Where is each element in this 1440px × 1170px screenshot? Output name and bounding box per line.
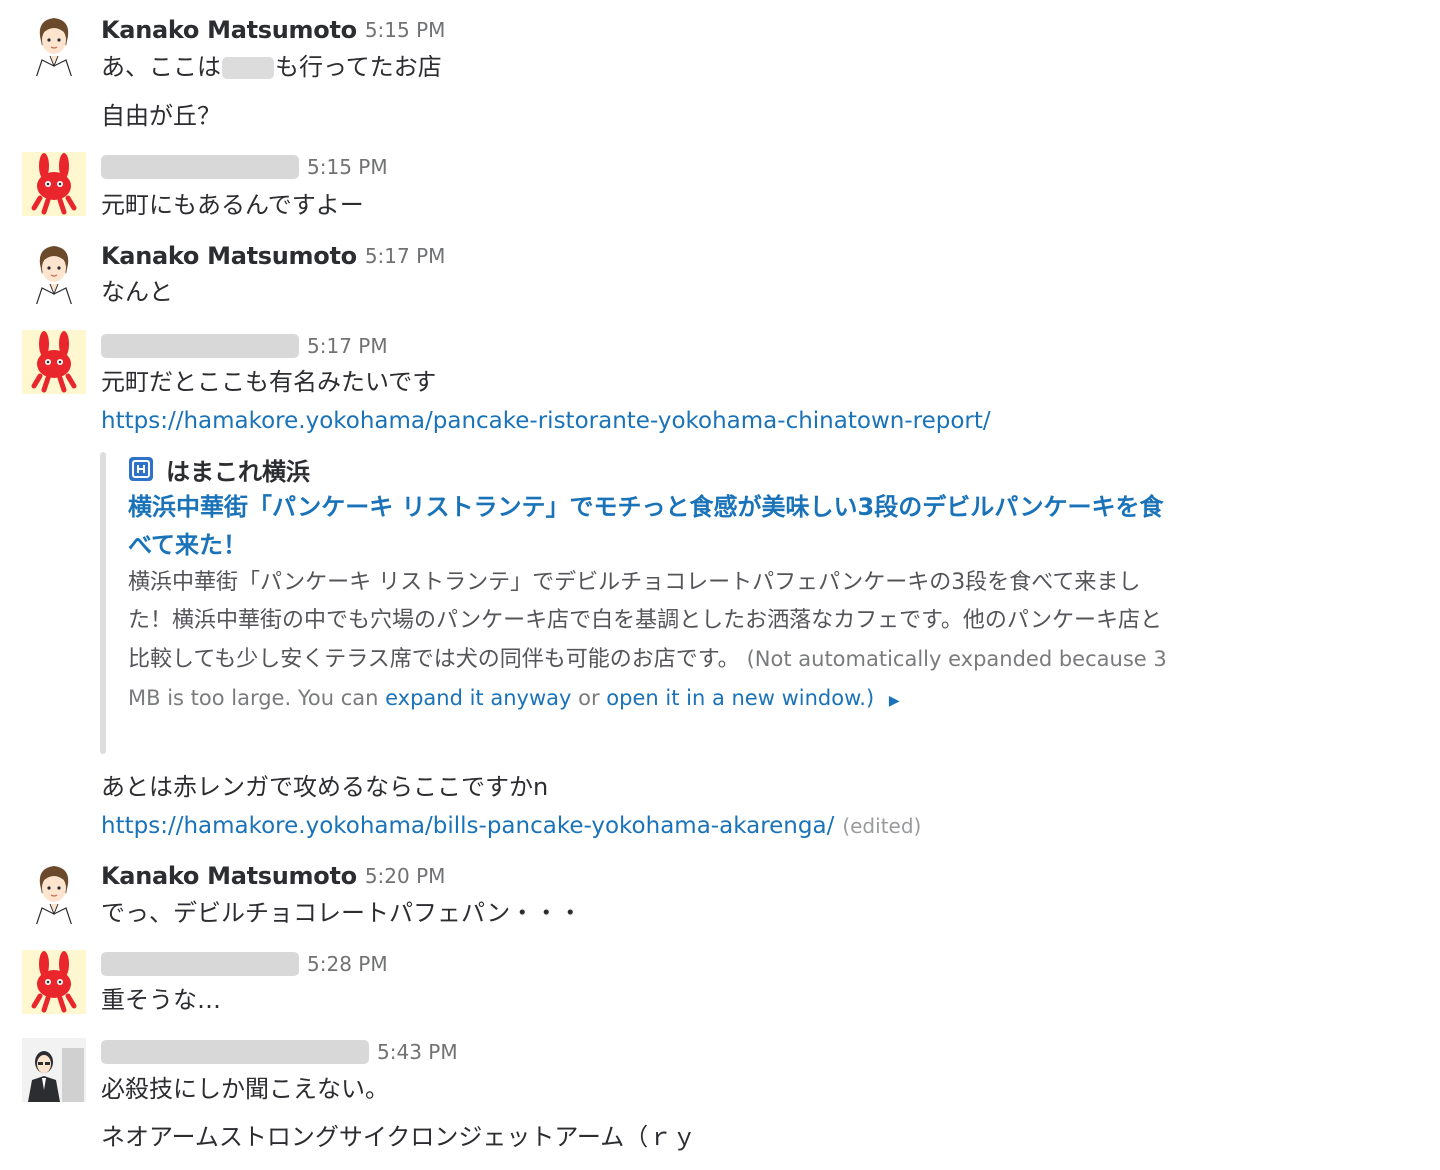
- edited-label: (edited): [842, 814, 922, 838]
- redacted-username: [101, 155, 299, 179]
- timestamp[interactable]: 5:28 PM: [307, 952, 388, 976]
- message-header: Kanako Matsumoto 5:17 PM: [101, 238, 445, 274]
- message-link: https://hamakore.yokohama/pancake-ristor…: [101, 403, 991, 439]
- timestamp[interactable]: 5:15 PM: [307, 155, 388, 179]
- url-link[interactable]: https://hamakore.yokohama/pancake-ristor…: [101, 408, 991, 434]
- site-favicon-icon: [128, 456, 154, 482]
- message-text: あとは赤レンガで攻めるならここですかn: [101, 773, 549, 801]
- avatar-rabbit[interactable]: [22, 950, 86, 1014]
- attachment-site-name: はまこれ横浜: [166, 457, 310, 486]
- open-new-window-link[interactable]: open it in a new window.: [606, 686, 866, 710]
- timestamp[interactable]: 5:43 PM: [377, 1040, 458, 1064]
- note-or: or: [578, 686, 600, 710]
- avatar-rabbit[interactable]: [22, 152, 86, 216]
- attachment-description: 横浜中華街「パンケーキ リストランテ」でデビルチョコレートパフェパンケーキの3段…: [128, 564, 1168, 720]
- message-header: Kanako Matsumoto 5:20 PM: [101, 858, 445, 894]
- redacted-username: [101, 334, 299, 358]
- timestamp[interactable]: 5:20 PM: [365, 864, 446, 888]
- url-link[interactable]: https://hamakore.yokohama/bills-pancake-…: [101, 813, 834, 839]
- message-text: 元町にもあるんですよー: [101, 191, 364, 219]
- timestamp[interactable]: 5:17 PM: [307, 334, 388, 358]
- avatar-rabbit[interactable]: [22, 330, 86, 394]
- message-text: 自由が丘？: [101, 102, 221, 130]
- message-text-part: も行ってたお店: [275, 53, 442, 81]
- expand-anyway-link[interactable]: expand it anyway: [385, 686, 571, 710]
- timestamp[interactable]: 5:15 PM: [365, 18, 446, 42]
- message-header: 5:15 PM: [101, 149, 388, 185]
- message-header: Kanako Matsumoto 5:15 PM: [101, 12, 445, 48]
- attachment-title-link[interactable]: 横浜中華街「パンケーキ リストランテ」でモチっと食感が美味しい3段のデビルパンケ…: [128, 488, 1168, 564]
- timestamp[interactable]: 5:17 PM: [365, 244, 446, 268]
- link-preview-attachment: はまこれ横浜 横浜中華街「パンケーキ リストランテ」でモチっと食感が美味しい3段…: [100, 452, 1167, 754]
- message-text: 重そうな…: [101, 986, 221, 1014]
- message-text: でっ、デビルチョコレートパフェパン・・・: [101, 899, 583, 927]
- message-header: 5:43 PM: [101, 1034, 458, 1070]
- message-text-part: あ、ここは: [101, 53, 221, 81]
- attachment-bar: [100, 452, 106, 754]
- triangle-right-icon[interactable]: ▶: [889, 693, 900, 709]
- attachment-site: はまこれ横浜: [128, 452, 310, 486]
- message-text: あ、ここは も行ってたお店: [101, 49, 442, 85]
- sender-name[interactable]: Kanako Matsumoto: [101, 16, 357, 44]
- avatar-kanako[interactable]: [22, 860, 86, 924]
- message-text: 元町だとここも有名みたいです: [101, 368, 437, 396]
- sender-name[interactable]: Kanako Matsumoto: [101, 862, 357, 890]
- message-text: ネオアームストロングサイクロンジェットアーム（ｒｙ: [101, 1123, 697, 1151]
- avatar-kanako[interactable]: [22, 12, 86, 76]
- redacted-username: [101, 952, 299, 976]
- message-header: 5:17 PM: [101, 328, 388, 364]
- redacted-username: [101, 1040, 369, 1064]
- note-suffix: ): [866, 686, 875, 710]
- avatar-kanako[interactable]: [22, 240, 86, 304]
- sender-name[interactable]: Kanako Matsumoto: [101, 242, 357, 270]
- message-link: https://hamakore.yokohama/bills-pancake-…: [101, 808, 921, 844]
- redacted-name: [222, 57, 274, 79]
- avatar-man[interactable]: [22, 1038, 86, 1102]
- message-text: なんと: [101, 278, 173, 306]
- message-text: 必殺技にしか聞こえない。: [101, 1075, 389, 1103]
- message-header: 5:28 PM: [101, 946, 388, 982]
